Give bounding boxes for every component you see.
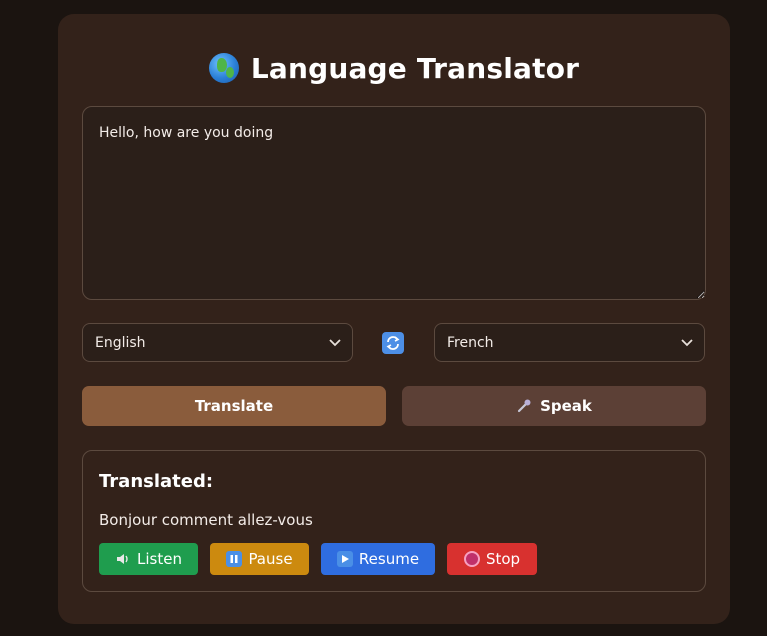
chevron-down-icon xyxy=(680,336,694,350)
stop-button[interactable]: Stop xyxy=(447,543,537,575)
listen-button[interactable]: Listen xyxy=(99,543,198,575)
resume-button[interactable]: Resume xyxy=(321,543,435,575)
result-heading: Translated: xyxy=(99,471,214,492)
target-language-value: French xyxy=(447,334,494,351)
play-icon xyxy=(336,551,353,567)
speaker-icon xyxy=(115,551,131,567)
chevron-down-icon xyxy=(328,336,342,350)
swap-arrows-icon xyxy=(386,336,400,350)
speak-button-label: Speak xyxy=(540,397,592,415)
source-language-select[interactable]: English xyxy=(82,323,353,362)
translate-button-label: Translate xyxy=(194,397,274,415)
microphone-icon xyxy=(517,399,531,413)
pause-button[interactable]: Pause xyxy=(210,543,309,575)
speak-button[interactable]: Speak xyxy=(402,386,706,426)
page-title: Language Translator xyxy=(58,48,730,88)
globe-icon xyxy=(208,53,239,83)
pause-label: Pause xyxy=(248,550,293,568)
swap-languages-button[interactable] xyxy=(382,332,404,354)
translate-button[interactable]: Translate xyxy=(82,386,386,426)
playback-controls: Listen Pause Resume Stop xyxy=(99,543,537,575)
listen-label: Listen xyxy=(137,550,182,568)
translator-card: Language Translator Hello, how are you d… xyxy=(58,14,730,624)
source-language-value: English xyxy=(95,334,146,351)
stop-label: Stop xyxy=(485,550,521,568)
page-title-text: Language Translator xyxy=(250,51,580,85)
resume-label: Resume xyxy=(358,550,420,568)
translation-result-panel: Translated: Bonjour comment allez-vous L… xyxy=(82,450,706,592)
stop-icon xyxy=(463,551,480,567)
target-language-select[interactable]: French xyxy=(434,323,705,362)
pause-icon xyxy=(226,551,243,567)
translated-text: Bonjour comment allez-vous xyxy=(99,511,313,529)
source-text-input[interactable]: Hello, how are you doing xyxy=(82,106,706,300)
